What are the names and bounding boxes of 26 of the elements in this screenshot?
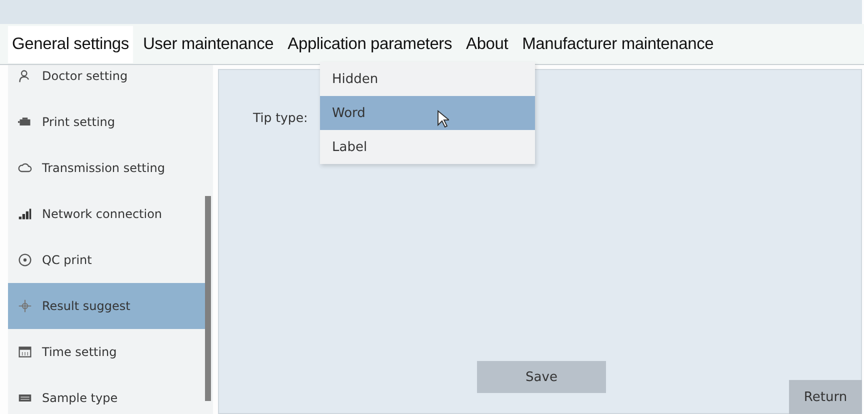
- tab[interactable]: Application parameters: [284, 26, 456, 62]
- tab[interactable]: General settings: [8, 26, 133, 62]
- cloud-icon: [18, 161, 32, 175]
- dropdown-option[interactable]: Word: [320, 96, 535, 130]
- sidebar-item[interactable]: Result suggest: [8, 283, 205, 329]
- mouse-pointer-icon: [437, 110, 449, 128]
- sidebar-item[interactable]: Time setting: [8, 329, 205, 375]
- sidebar-item[interactable]: Print setting: [8, 99, 205, 145]
- scrollbar[interactable]: [205, 196, 211, 401]
- sidebar-item[interactable]: QC print: [8, 237, 205, 283]
- calendar-icon: [18, 345, 32, 359]
- dropdown-option[interactable]: Label: [320, 130, 535, 164]
- tab[interactable]: User maintenance: [138, 26, 278, 62]
- dropdown-option[interactable]: Hidden: [320, 62, 535, 96]
- return-button[interactable]: Return: [789, 380, 862, 414]
- radio-target-icon: [18, 253, 32, 267]
- sidebar-item[interactable]: Sample type: [8, 375, 205, 414]
- sidebar-item[interactable]: Doctor setting: [8, 65, 205, 99]
- save-button[interactable]: Save: [477, 361, 606, 393]
- sidebar-item[interactable]: Network connection: [8, 191, 205, 237]
- tab[interactable]: About: [462, 26, 512, 62]
- tab[interactable]: Manufacturer maintenance: [518, 26, 718, 62]
- person-icon: [18, 69, 32, 83]
- signal-bars-icon: [18, 207, 32, 221]
- sidebar-item[interactable]: Transmission setting: [8, 145, 205, 191]
- field-label: Tip type:: [253, 110, 308, 125]
